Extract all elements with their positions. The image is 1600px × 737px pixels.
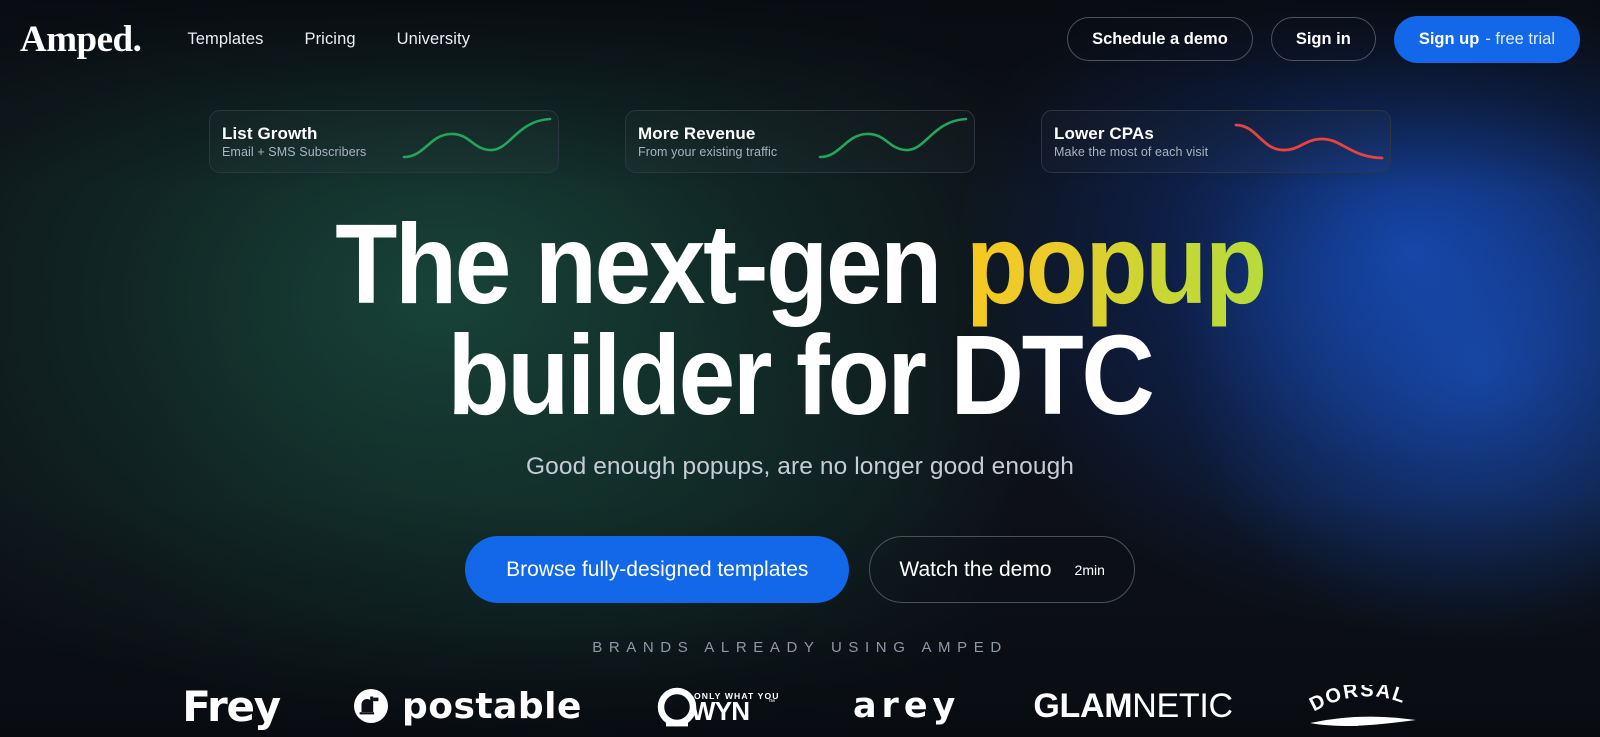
mailbox-icon xyxy=(353,689,388,724)
headline-line-1: The next-gen popup xyxy=(335,201,1267,327)
schedule-demo-button[interactable]: Schedule a demo xyxy=(1067,17,1253,61)
brand-logo-frey: Frey xyxy=(182,681,281,731)
watch-demo-label: Watch the demo xyxy=(899,557,1052,581)
owyn-wordmark-icon: ONLY WHAT YOU NEED WYN ™ xyxy=(657,688,780,727)
brand-name-light: NETIC xyxy=(1132,686,1233,725)
stat-card-title: List Growth xyxy=(222,123,318,143)
nav-link-university[interactable]: University xyxy=(397,30,470,49)
nav-link-templates[interactable]: Templates xyxy=(187,30,263,49)
nav-link-pricing[interactable]: Pricing xyxy=(304,30,355,49)
dorsal-wordmark-icon: DORSAL xyxy=(1306,685,1416,727)
nav-actions: Schedule a demo Sign in Sign up - free t… xyxy=(1067,15,1580,63)
brand-logo-dorsal: DORSAL xyxy=(1306,685,1418,727)
hero-subheading: Good enough popups, are no longer good e… xyxy=(525,453,1075,481)
stat-card-more-revenue[interactable]: More Revenue From your existing traffic xyxy=(625,110,975,173)
brand-name-bold: GLAM xyxy=(1033,686,1133,725)
nav-links: Templates Pricing University xyxy=(187,30,470,49)
brand-logo-postable: postable xyxy=(353,686,582,727)
brand-name: Frey xyxy=(182,681,281,731)
headline-line-2: builder for DTC xyxy=(447,311,1154,438)
top-navigation-bar: Amped. Templates Pricing University Sche… xyxy=(0,0,1600,78)
hero-section: The next-gen popup builder for DTC Good … xyxy=(0,208,1600,604)
browse-templates-button[interactable]: Browse fully-designed templates xyxy=(465,536,850,604)
hero-cta-row: Browse fully-designed templates Watch th… xyxy=(0,536,1600,604)
sign-in-button[interactable]: Sign in xyxy=(1270,17,1376,61)
brand-logo[interactable]: Amped. xyxy=(20,21,142,58)
brand-name: postable xyxy=(401,685,582,727)
svg-text:DORSAL: DORSAL xyxy=(1306,685,1409,716)
headline-text-plain: The next-gen xyxy=(335,201,966,327)
watch-demo-button[interactable]: Watch the demo 2min xyxy=(869,536,1135,604)
stat-card-subtitle: Email + SMS Subscribers xyxy=(222,145,367,160)
brand-logos-row: Frey postable ONLY WHAT YOU NEED WYN ™ a xyxy=(0,676,1600,736)
sign-up-sublabel: - free trial xyxy=(1485,29,1555,48)
brands-label: BRANDS ALREADY USING AMPED xyxy=(592,639,1008,657)
stat-cards-row: List Growth Email + SMS Subscribers More… xyxy=(0,78,1600,173)
sparkline-up-icon xyxy=(818,117,968,159)
sparkline-down-icon xyxy=(1234,123,1384,160)
sign-up-button[interactable]: Sign up - free trial xyxy=(1393,15,1580,63)
brand-logo-arey: arey xyxy=(853,686,960,726)
svg-text:WYN: WYN xyxy=(691,696,749,726)
svg-text:™: ™ xyxy=(768,699,775,706)
stat-card-title: More Revenue xyxy=(638,123,756,143)
watch-demo-duration: 2min xyxy=(1074,561,1105,578)
stat-card-lower-cpas[interactable]: Lower CPAs Make the most of each visit xyxy=(1041,110,1391,173)
brand-logo-owyn: ONLY WHAT YOU NEED WYN ™ xyxy=(655,684,780,728)
sparkline-up-icon xyxy=(402,117,552,159)
page-title: The next-gen popup builder for DTC xyxy=(80,208,1520,432)
stat-card-list-growth[interactable]: List Growth Email + SMS Subscribers xyxy=(209,110,559,173)
headline-text-accent: popup xyxy=(965,201,1267,327)
brand-logo-glamnetic: GLAM NETIC xyxy=(1033,686,1233,726)
stat-card-subtitle: From your existing traffic xyxy=(638,145,778,160)
stat-card-subtitle: Make the most of each visit xyxy=(1054,145,1209,160)
sign-up-label: Sign up xyxy=(1418,29,1480,48)
stat-card-title: Lower CPAs xyxy=(1054,123,1154,143)
brand-name: arey xyxy=(852,686,961,727)
